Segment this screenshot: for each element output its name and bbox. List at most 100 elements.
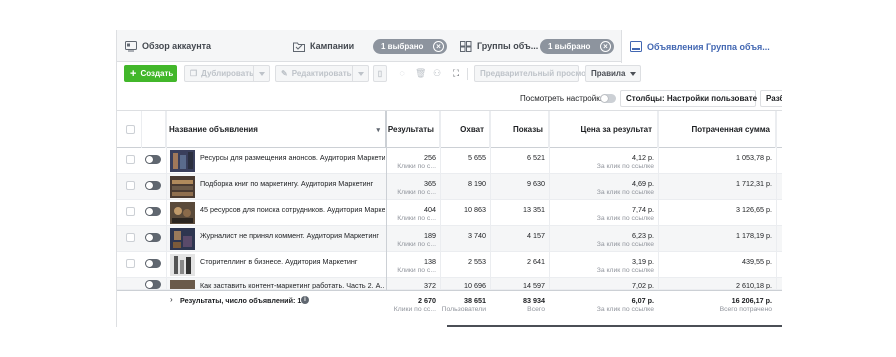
row-status-toggle[interactable] (145, 181, 161, 190)
row-status-toggle[interactable] (145, 259, 161, 268)
ab-test-button[interactable]: ▯ (373, 65, 387, 82)
campaigns-folder-icon (293, 42, 305, 52)
tab-campaigns[interactable]: Кампании (293, 30, 354, 62)
row-checkbox[interactable] (126, 155, 135, 164)
total-reach-sub: Пользователи (441, 306, 486, 313)
edit-dropdown[interactable] (352, 66, 368, 81)
ad-thumbnail-image (170, 280, 195, 289)
cost-sub: За клик по ссылке (596, 215, 654, 222)
plus-icon: + (130, 67, 137, 80)
columns-dropdown[interactable]: Столбцы: Настройки пользовате (620, 90, 770, 107)
header-results[interactable]: Результаты (386, 111, 440, 148)
chevron-down-icon (258, 71, 265, 76)
table-row[interactable]: Подборка книг по маркетингу. Аудитория М… (117, 174, 782, 200)
tab-ads[interactable]: Объявления Группа объя... (621, 30, 782, 63)
reach-value: 10 863 (464, 205, 486, 214)
tags-icon[interactable]: ⚇ (432, 68, 442, 78)
cost-value: 4,69 р. (632, 179, 654, 188)
results-value: 256 (424, 153, 436, 162)
chevron-down-icon (357, 71, 364, 76)
select-all-checkbox[interactable] (126, 125, 135, 134)
toolbar-divider (467, 68, 468, 80)
row-checkbox[interactable] (126, 207, 135, 216)
archive-icon[interactable]: ◌ (397, 68, 407, 78)
create-button[interactable]: + Создать (124, 65, 177, 82)
table-row[interactable]: Ресурсы для размещения анонсов. Аудитори… (117, 148, 782, 174)
ad-name[interactable]: Подборка книг по маркетингу. Аудитория М… (200, 179, 385, 188)
campaigns-selected-pill[interactable]: 1 выбрано × (373, 39, 447, 54)
campaigns-pill-label: 1 выбрано (381, 42, 424, 51)
horizontal-scrollbar[interactable] (447, 325, 782, 327)
row-status-toggle[interactable] (145, 155, 161, 164)
impressions-value: 6 521 (527, 153, 545, 162)
results-value: 138 (424, 257, 436, 266)
row-status-toggle[interactable] (145, 207, 161, 216)
ab-test-icon: ▯ (377, 69, 383, 78)
table-row[interactable]: Журналист не принял коммент. Аудитория М… (117, 226, 782, 252)
impressions-value: 9 630 (527, 179, 545, 188)
ad-name[interactable]: Сторителлинг в бизнесе. Аудитория Маркет… (200, 257, 385, 266)
info-icon[interactable]: i (301, 296, 309, 304)
adsets-selected-pill[interactable]: 1 выбрано × (540, 39, 614, 54)
ad-thumbnail-image (170, 228, 195, 250)
create-label: Создать (140, 69, 174, 78)
trash-icon[interactable]: 🗑 (415, 68, 426, 78)
expand-chevron-icon[interactable]: › (170, 295, 173, 304)
table-row[interactable]: Сторителлинг в бизнесе. Аудитория Маркет… (117, 252, 782, 278)
results-sub: Клики по с... (397, 163, 436, 170)
toolbar: + Создать ❐ Дублировать ✎ Редактировать … (117, 63, 782, 88)
chevron-down-icon (630, 71, 637, 76)
adsets-pill-close-icon[interactable]: × (600, 41, 611, 52)
impressions-value: 13 351 (523, 205, 545, 214)
ad-name[interactable]: Как заставить контент-маркетинг работать… (200, 281, 385, 289)
total-impressions-value: 83 934 (523, 296, 545, 305)
cost-value: 4,12 р. (632, 153, 654, 162)
row-checkbox[interactable] (126, 259, 135, 268)
reach-value: 3 740 (468, 231, 486, 240)
cost-sub: За клик по ссылке (596, 163, 654, 170)
campaigns-pill-close-icon[interactable]: × (433, 41, 444, 52)
ad-thumbnail-image (170, 150, 195, 172)
tab-campaigns-label: Кампании (310, 41, 355, 51)
table-row[interactable]: Как заставить контент-маркетинг работать… (117, 278, 782, 290)
total-impressions-sub: Всего (527, 306, 545, 313)
cost-value: 7,74 р. (632, 205, 654, 214)
row-status-toggle[interactable] (145, 233, 161, 242)
spent-value: 1 712,31 р. (736, 179, 772, 188)
tab-account-overview[interactable]: Обзор аккаунта (125, 30, 211, 62)
row-checkbox[interactable] (126, 181, 135, 190)
preview-button[interactable]: Предварительный просмотр (474, 65, 595, 82)
duplicate-button[interactable]: ❐ Дублировать (184, 65, 270, 82)
preview-label: Предварительный просмотр (480, 69, 595, 78)
view-settings-toggle[interactable] (600, 94, 616, 103)
duplicate-dropdown[interactable] (253, 66, 269, 81)
sort-chevron-icon[interactable]: ▾ (376, 126, 380, 134)
ad-thumbnail-image (170, 176, 195, 198)
ad-name[interactable]: 45 ресурсов для поиска сотрудников. Ауди… (200, 205, 385, 214)
ads-table: Название объявления ▾ Результаты Охват П… (117, 110, 782, 327)
header-impressions[interactable]: Показы (490, 111, 549, 148)
row-checkbox[interactable] (126, 233, 135, 242)
header-cost[interactable]: Цена за результат (549, 111, 658, 148)
review-icon[interactable]: ⛶ (451, 68, 461, 78)
row-status-toggle[interactable] (145, 280, 161, 289)
table-row[interactable]: 45 ресурсов для поиска сотрудников. Ауди… (117, 200, 782, 226)
header-reach-label: Охват (460, 125, 484, 134)
reach-value: 5 655 (468, 153, 486, 162)
breakdown-dropdown[interactable]: Разб (760, 90, 782, 107)
header-reach[interactable]: Охват (440, 111, 490, 148)
ad-name[interactable]: Журналист не принял коммент. Аудитория М… (200, 231, 385, 240)
results-value: 365 (424, 179, 436, 188)
header-name[interactable]: Название объявления ▾ (166, 111, 386, 148)
spent-value: 1 178,19 р. (736, 231, 772, 240)
ad-name[interactable]: Ресурсы для размещения анонсов. Аудитори… (200, 153, 385, 162)
duplicate-icon: ❐ (190, 69, 198, 78)
tab-adsets[interactable]: Группы объ... (460, 30, 538, 62)
results-sub: Клики по с... (397, 215, 436, 222)
header-name-label: Название объявления (169, 125, 258, 134)
header-results-label: Результаты (387, 125, 434, 134)
edit-button[interactable]: ✎ Редактировать (275, 65, 369, 82)
rules-button[interactable]: Правила (585, 65, 641, 82)
header-spent[interactable]: Потраченная сумма (658, 111, 776, 148)
tab-account-label: Обзор аккаунта (142, 41, 212, 51)
